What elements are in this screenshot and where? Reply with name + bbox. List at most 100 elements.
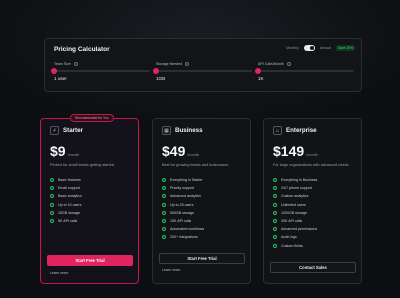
plan-card-business: ▦ Business $49 /month Best for growing t… [152,118,251,284]
feature-item: ✓ 1000GB storage [273,209,317,217]
annual-label[interactable]: Annual [320,46,331,50]
feature-text: 24/7 phone support [281,186,312,191]
info-icon[interactable] [286,62,291,66]
price-period: /month [187,153,199,157]
storage-slider: Storage Needed 1GB [153,62,252,81]
feature-item: ✓ Up to 25 users [162,201,204,209]
feature-item: ✓ Priority support [162,184,204,192]
check-icon: ✓ [273,226,277,232]
learn-more-link[interactable]: Learn more [50,271,68,275]
api-calls-thumb[interactable] [255,68,261,74]
team-size-label: Team Size [54,62,71,66]
api-calls-slider: API Calls/Month 1K [255,62,354,81]
feature-item: ✓ 25GB storage [50,209,82,217]
feature-item: ✓ Unlimited users [273,201,317,209]
feature-text: Email support [58,186,80,191]
check-icon: ✓ [162,226,166,232]
feature-list: ✓ Everything in Starter ✓ Priority support ✓… [162,176,204,242]
feature-text: Automated workflows [170,227,205,232]
plan-card-enterprise: ⌂ Enterprise $149 /month For large organ… [263,118,362,284]
check-icon: ✓ [273,202,277,207]
api-calls-label: API Calls/Month [258,62,284,66]
plan-name: Starter [63,127,83,134]
feature-item: ✓ Everything in Business [273,176,317,184]
storage-label: Storage Needed [156,62,183,66]
plan-price: $9 [50,143,66,159]
storage-value: 1GB [156,76,166,81]
feature-text: Basic features [58,178,81,183]
check-icon: ✓ [50,218,54,224]
feature-text: Basic analytics [58,194,82,199]
price-period: /month [67,153,80,157]
feature-item: ✓ Custom analytics [273,192,317,200]
storage-thumb[interactable] [153,68,159,74]
plan-name: Business [175,127,203,134]
calculator-title: Pricing Calculator [54,46,110,53]
check-icon: ✓ [50,177,54,183]
feature-item: ✓ Custom fields [273,242,317,250]
feature-item: ✓ Basic analytics [50,192,82,200]
check-icon: ✓ [273,177,277,183]
plan-price: $49 [162,143,186,159]
feature-item: ✓ Advanced analytics [162,192,204,200]
start-free-trial-button[interactable]: Start Free Trial [47,255,133,266]
learn-more-link[interactable]: Learn more [162,268,180,272]
team-size-value: 1 user [54,76,67,81]
check-icon: ✓ [162,235,166,240]
feature-text: 10K API calls [170,219,192,224]
monthly-label[interactable]: Monthly [286,46,299,50]
storage-track[interactable] [153,68,252,74]
feature-text: Advanced analytics [170,194,201,199]
check-icon: ✓ [50,185,54,191]
check-icon: ✓ [50,194,54,199]
feature-text: 500GB storage [170,210,195,215]
billing-toggle[interactable] [303,45,315,51]
check-icon: ✓ [162,218,166,224]
feature-item: ✓ 24/7 phone support [273,184,317,192]
feature-text: Custom analytics [281,194,309,199]
feature-text: Advanced permissions [281,227,318,232]
check-icon: ✓ [273,185,277,191]
check-icon: ✓ [50,202,54,207]
team-size-slider: Team Size 1 user [51,62,150,81]
feature-list: ✓ Everything in Business ✓ 24/7 phone suppo… [273,176,317,250]
team-size-thumb[interactable] [51,68,57,74]
check-icon: ✓ [273,210,277,215]
toggle-knob [309,46,314,50]
feature-item: ✓ 200+ integrations [162,233,204,241]
billing-toggle-group: Monthly Annual Save 20% [286,45,355,51]
feature-text: 5K API calls [58,219,78,224]
check-icon: ✓ [162,185,166,191]
feature-text: 25GB storage [58,210,81,215]
contact-sales-button[interactable]: Contact Sales [270,262,356,273]
price-period: /month [306,153,318,157]
save-badge: Save 20% [335,45,355,51]
team-size-track[interactable] [51,68,150,74]
api-calls-value: 1K [258,76,264,81]
api-calls-track[interactable] [255,68,354,74]
plan-description: For large organizations with advanced ne… [273,163,349,167]
feature-item: ✓ 10K API calls [162,217,204,225]
enterprise-icon: ⌂ [273,126,282,135]
feature-text: Custom fields [281,243,303,248]
pricing-calculator: Pricing Calculator Monthly Annual Save 2… [44,38,362,92]
plan-description: Perfect for small teams getting started [50,163,114,167]
info-icon[interactable] [185,62,190,66]
feature-text: Everything in Starter [170,178,203,183]
feature-item: ✓ 5K API calls [50,217,82,225]
feature-text: 1000GB storage [281,210,308,215]
feature-item: ✓ Email support [50,184,82,192]
check-icon: ✓ [162,210,166,215]
plan-price: $149 [273,143,305,159]
feature-text: Priority support [170,186,195,191]
feature-item: ✓ Automated workflows [162,225,204,233]
check-icon: ✓ [273,235,277,240]
start-free-trial-button[interactable]: Start Free Trial [159,253,245,264]
info-icon[interactable] [73,62,78,66]
feature-text: Audit logs [281,235,297,240]
check-icon: ✓ [273,243,277,248]
feature-item: ✓ Audit logs [273,233,317,241]
check-icon: ✓ [273,218,277,224]
feature-item: ✓ Basic features [50,176,82,184]
bolt-icon: ⚡︎ [50,126,59,135]
